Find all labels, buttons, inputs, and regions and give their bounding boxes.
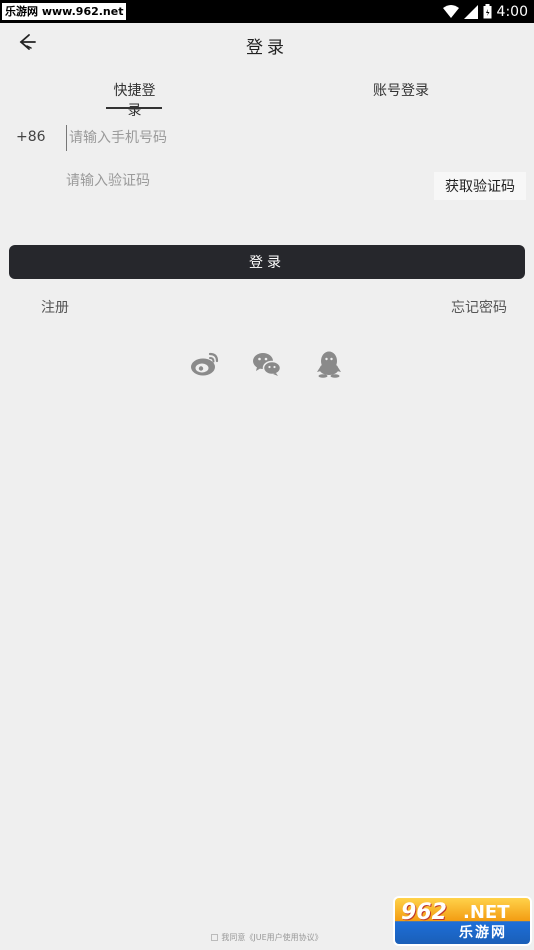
tab-quick-login[interactable]: 快捷登录: [107, 80, 162, 120]
status-icons: 4:00: [442, 2, 528, 21]
watermark-net: .NET: [463, 902, 510, 923]
app-header: 登录: [0, 23, 534, 67]
login-tabs: 快捷登录 账号登录: [0, 76, 534, 119]
agree-checkbox[interactable]: [211, 934, 219, 941]
weibo-login-button[interactable]: [189, 350, 221, 382]
watermark-text: 乐游网 www.962.net: [2, 3, 127, 20]
battery-icon: [483, 4, 492, 19]
qq-login-button[interactable]: [313, 350, 345, 382]
agreement-text[interactable]: 我同意《JUE用户使用协议》: [221, 933, 322, 942]
active-tab-indicator: [106, 107, 162, 109]
get-code-button[interactable]: 获取验证码: [434, 172, 526, 200]
social-login-row: [0, 350, 534, 384]
tab-account-login[interactable]: 账号登录: [372, 80, 430, 100]
signal-icon: [463, 4, 478, 19]
wifi-icon: [442, 4, 459, 19]
verification-code-row: 获取验证码: [0, 166, 534, 200]
login-button[interactable]: 登录: [9, 245, 525, 279]
forgot-password-link[interactable]: 忘记密码: [451, 297, 507, 317]
qq-icon: [316, 350, 342, 382]
status-bar: 乐游网 www.962.net 4:00: [0, 0, 534, 23]
phone-input[interactable]: [66, 125, 366, 151]
wechat-icon: [252, 351, 282, 381]
country-code[interactable]: +86: [16, 129, 46, 145]
watermark-cn: 乐游网: [459, 925, 507, 941]
verification-code-input[interactable]: [66, 168, 366, 194]
status-time: 4:00: [496, 3, 528, 20]
page-title: 登录: [246, 38, 288, 58]
register-link[interactable]: 注册: [41, 297, 69, 317]
watermark-logo: 962 .NET 乐游网: [395, 898, 530, 944]
phone-row: +86: [0, 123, 534, 153]
wechat-login-button[interactable]: [251, 350, 283, 382]
weibo-icon: [190, 351, 220, 381]
watermark-number: 962: [401, 900, 447, 925]
